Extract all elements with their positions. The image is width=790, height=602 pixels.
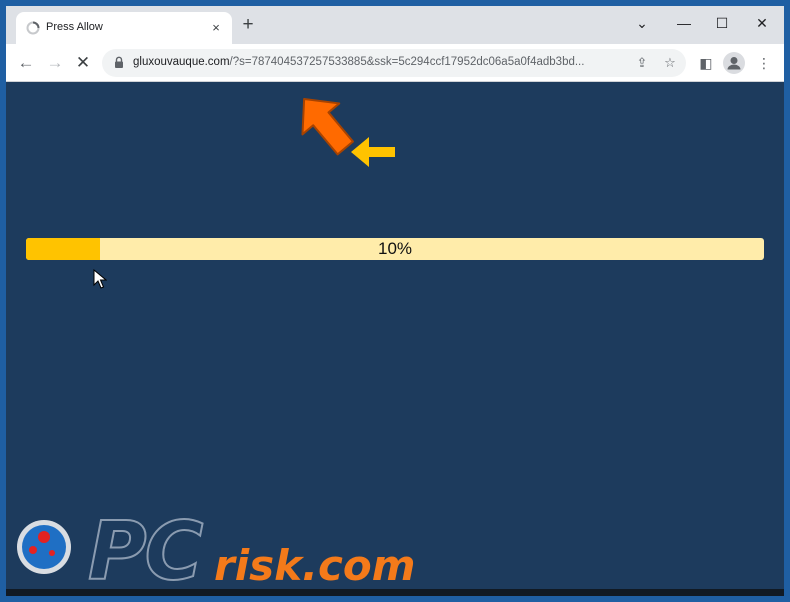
tab-close-icon[interactable]: × <box>208 20 224 36</box>
page-content: 10% PC risk.com <box>6 83 784 596</box>
profile-avatar[interactable] <box>723 52 745 74</box>
watermark-pc-text: PC <box>87 504 204 596</box>
spinner-favicon-icon <box>26 21 40 35</box>
progress-percent-label: 10% <box>377 239 413 258</box>
forward-button[interactable]: → <box>44 52 66 74</box>
browser-toolbar: ← → ✕ gluxouvauque.com/?s=78740453725753… <box>6 44 784 82</box>
tab-press-allow[interactable]: Press Allow × <box>16 12 232 44</box>
browser-window: Press Allow × + ⌄ — ☐ ✕ ← → ✕ gluxouvauq… <box>6 6 784 596</box>
lock-icon <box>115 56 123 68</box>
watermark-risk-text: risk.com <box>214 541 416 590</box>
url-text[interactable]: gluxouvauque.com/?s=787404537257533885&s… <box>133 56 623 68</box>
tab-search-dropdown-icon[interactable]: ⌄ <box>622 10 662 36</box>
tab-strip: Press Allow × + ⌄ — ☐ ✕ <box>6 6 784 44</box>
browser-menu-icon[interactable]: ⋮ <box>754 53 774 73</box>
pcrisk-watermark: PC risk.com <box>14 503 484 596</box>
progress-bar: 10% <box>26 238 764 260</box>
maximize-button[interactable]: ☐ <box>702 10 742 36</box>
close-window-button[interactable]: ✕ <box>742 10 782 36</box>
new-tab-button[interactable]: + <box>238 15 258 35</box>
mouse-cursor-icon <box>93 269 107 289</box>
back-button[interactable]: ← <box>15 52 37 74</box>
address-bar[interactable]: gluxouvauque.com/?s=787404537257533885&s… <box>102 49 686 77</box>
side-panel-icon[interactable]: ◧ <box>696 53 716 73</box>
magnifier-logo-icon <box>17 520 71 574</box>
share-icon[interactable]: ⇪ <box>632 53 652 73</box>
bookmark-star-icon[interactable]: ☆ <box>660 53 680 73</box>
minimize-button[interactable]: — <box>664 10 704 36</box>
url-host: gluxouvauque.com <box>133 56 230 68</box>
bottom-border <box>6 589 784 596</box>
tab-title: Press Allow <box>46 21 103 33</box>
url-path: /?s=787404537257533885&ssk=5c294ccf17952… <box>229 56 585 68</box>
person-icon <box>727 57 741 70</box>
yellow-arrow-icon <box>351 137 395 167</box>
stop-loading-button[interactable]: ✕ <box>72 52 94 74</box>
